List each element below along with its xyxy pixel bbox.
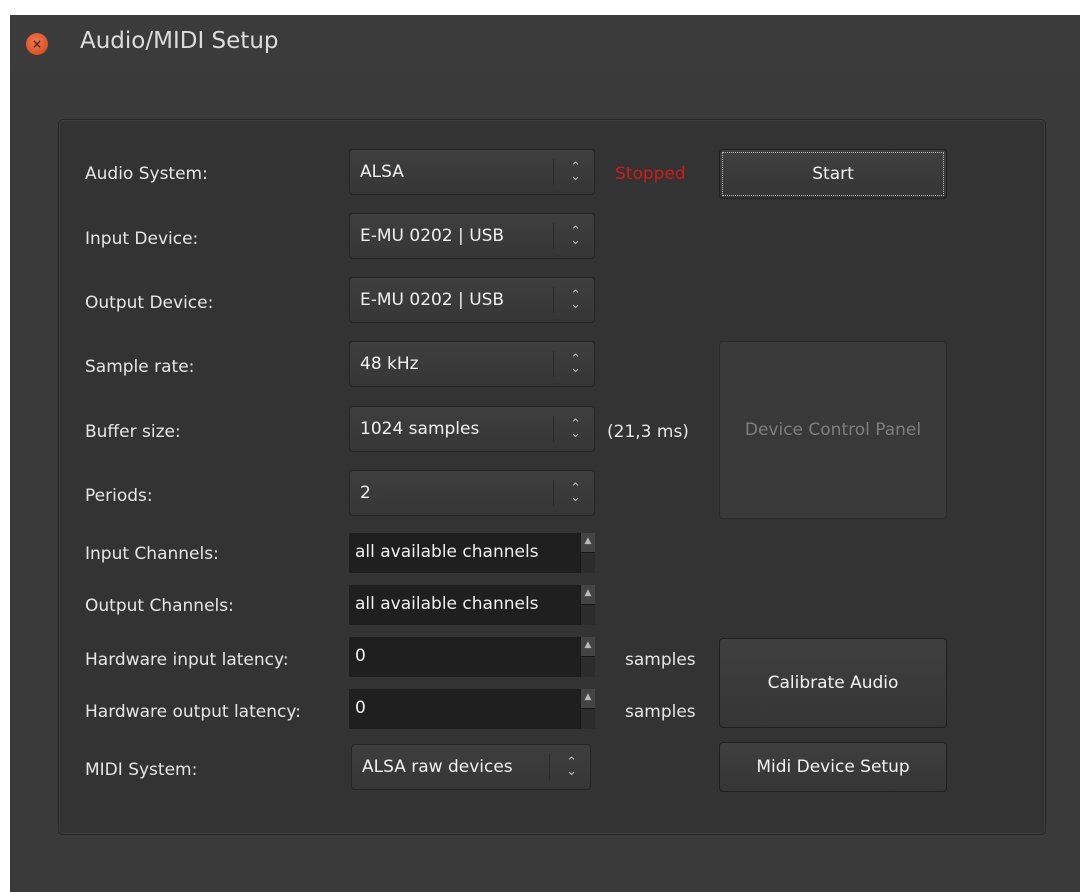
hw-output-latency-value: 0 (355, 698, 366, 718)
input-channels-value: all available channels (355, 542, 539, 562)
audio-system-combo[interactable]: ALSA ⌃ ⌄ (349, 149, 595, 195)
input-channels-spinner[interactable]: ▲ (580, 533, 595, 573)
midi-system-combo[interactable]: ALSA raw devices ⌃ ⌄ (351, 744, 591, 790)
output-latency-unit: samples (625, 702, 696, 722)
sample-rate-label: Sample rate: (85, 357, 195, 377)
combo-separator (553, 287, 554, 313)
sample-rate-combo[interactable]: 48 kHz ⌃ ⌄ (349, 341, 595, 387)
close-icon: × (31, 37, 43, 51)
periods-label: Periods: (85, 486, 153, 506)
combo-separator (553, 480, 554, 506)
output-channels-label: Output Channels: (85, 596, 234, 616)
up-down-arrows-icon: ⌃ ⌄ (570, 417, 581, 441)
settings-panel: Audio System: ALSA ⌃ ⌄ Stopped Start Inpu… (58, 119, 1046, 835)
audio-system-label: Audio System: (85, 164, 208, 184)
midi-system-label: MIDI System: (85, 760, 198, 780)
output-device-value: E-MU 0202 | USB (360, 290, 505, 310)
midi-device-setup-button[interactable]: Midi Device Setup (719, 742, 947, 792)
output-device-combo[interactable]: E-MU 0202 | USB ⌃ ⌄ (349, 277, 595, 323)
output-channels-value: all available channels (355, 594, 539, 614)
audio-system-value: ALSA (360, 162, 404, 182)
spin-up-icon[interactable]: ▲ (581, 637, 595, 657)
hw-output-latency-spinner[interactable]: ▲ (580, 689, 595, 729)
hw-output-latency-field[interactable]: 0 ▲ (349, 689, 595, 729)
audio-midi-setup-window: × Audio/MIDI Setup Audio System: ALSA ⌃ ⌄… (10, 15, 1080, 892)
input-device-label: Input Device: (85, 229, 199, 249)
input-latency-unit: samples (625, 650, 696, 670)
hw-input-latency-value: 0 (355, 646, 366, 666)
hw-output-latency-label: Hardware output latency: (85, 702, 301, 722)
combo-separator (549, 754, 550, 780)
window-title: Audio/MIDI Setup (80, 28, 279, 54)
output-channels-field[interactable]: all available channels ▲ (349, 585, 595, 625)
spin-up-icon[interactable]: ▲ (581, 689, 595, 709)
midi-system-value: ALSA raw devices (362, 757, 513, 777)
sample-rate-value: 48 kHz (360, 354, 419, 374)
up-down-arrows-icon: ⌃ ⌄ (570, 481, 581, 505)
up-down-arrows-icon: ⌃ ⌄ (570, 288, 581, 312)
periods-value: 2 (360, 483, 371, 503)
close-button[interactable]: × (26, 33, 48, 55)
hw-input-latency-label: Hardware input latency: (85, 650, 289, 670)
hw-input-latency-field[interactable]: 0 ▲ (349, 637, 595, 677)
engine-status: Stopped (615, 164, 686, 184)
output-device-label: Output Device: (85, 293, 214, 313)
start-button[interactable]: Start (719, 149, 947, 199)
input-channels-label: Input Channels: (85, 544, 219, 564)
buffer-size-label: Buffer size: (85, 422, 181, 442)
up-down-arrows-icon: ⌃ ⌄ (570, 160, 581, 184)
input-channels-field[interactable]: all available channels ▲ (349, 533, 595, 573)
hw-input-latency-spinner[interactable]: ▲ (580, 637, 595, 677)
spin-up-icon[interactable]: ▲ (581, 585, 595, 605)
up-down-arrows-icon: ⌃ ⌄ (570, 224, 581, 248)
periods-combo[interactable]: 2 ⌃ ⌄ (349, 470, 595, 516)
output-channels-spinner[interactable]: ▲ (580, 585, 595, 625)
buffer-size-combo[interactable]: 1024 samples ⌃ ⌄ (349, 406, 595, 452)
input-device-combo[interactable]: E-MU 0202 | USB ⌃ ⌄ (349, 213, 595, 259)
title-bar: × Audio/MIDI Setup (10, 15, 1080, 71)
input-device-value: E-MU 0202 | USB (360, 226, 505, 246)
combo-separator (553, 223, 554, 249)
combo-separator (553, 416, 554, 442)
buffer-size-value: 1024 samples (360, 419, 480, 439)
buffer-latency-text: (21,3 ms) (607, 422, 689, 442)
device-control-panel-button[interactable]: Device Control Panel (719, 341, 947, 519)
calibrate-audio-button[interactable]: Calibrate Audio (719, 638, 947, 728)
up-down-arrows-icon: ⌃ ⌄ (570, 352, 581, 376)
combo-separator (553, 351, 554, 377)
combo-separator (553, 159, 554, 185)
spin-up-icon[interactable]: ▲ (581, 533, 595, 553)
up-down-arrows-icon: ⌃ ⌄ (566, 755, 577, 779)
